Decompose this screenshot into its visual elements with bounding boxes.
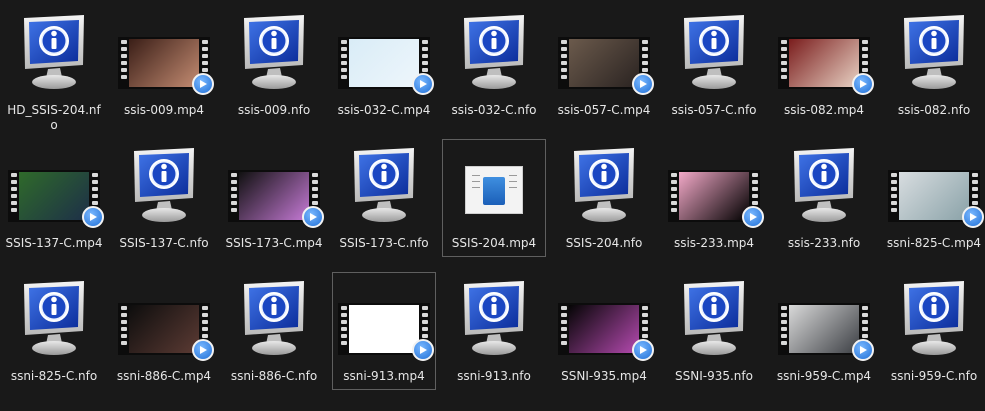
info-monitor-icon — [461, 281, 527, 357]
file-name-label: SSNI-935.nfo — [675, 369, 753, 383]
video-play-badge-icon — [852, 339, 874, 361]
file-item[interactable]: SSIS-173-C.mp4 — [222, 139, 326, 257]
file-name-label: ssis-009.mp4 — [123, 103, 205, 117]
file-item[interactable]: ssis-032-C.nfo — [442, 6, 546, 124]
video-thumbnail-icon — [338, 303, 434, 361]
video-play-badge-icon — [412, 339, 434, 361]
file-item[interactable]: SSIS-173-C.nfo — [332, 139, 436, 257]
video-thumbnail-icon — [338, 37, 434, 95]
file-name-label: ssni-825-C.mp4 — [886, 236, 982, 250]
file-item[interactable]: SSIS-137-C.mp4 — [2, 139, 106, 257]
info-monitor-icon — [21, 15, 87, 91]
file-item[interactable]: ssis-082.nfo — [882, 6, 985, 124]
file-item[interactable]: ssni-959-C.nfo — [882, 272, 985, 390]
file-name-label: ssni-959-C.mp4 — [776, 369, 872, 383]
media-file-icon — [465, 166, 523, 214]
file-item[interactable]: ssni-913.nfo — [442, 272, 546, 390]
file-name-label: SSIS-137-C.mp4 — [5, 236, 103, 250]
file-name-label: ssni-886-C.nfo — [230, 369, 318, 383]
video-thumbnail-icon — [778, 303, 874, 361]
file-name-label: SSIS-173-C.mp4 — [225, 236, 323, 250]
video-play-badge-icon — [742, 206, 764, 228]
file-item[interactable]: SSIS-137-C.nfo — [112, 139, 216, 257]
video-thumbnail-icon — [558, 303, 654, 361]
info-monitor-icon — [21, 281, 87, 357]
file-name-label: HD_SSIS-204.nfo — [7, 103, 101, 132]
video-thumbnail-icon — [118, 303, 214, 361]
file-name-label: ssni-913.nfo — [457, 369, 531, 383]
info-monitor-icon — [241, 15, 307, 91]
info-monitor-icon — [461, 15, 527, 91]
video-play-badge-icon — [632, 73, 654, 95]
video-play-badge-icon — [852, 73, 874, 95]
info-monitor-icon — [571, 148, 637, 224]
info-monitor-icon — [901, 15, 967, 91]
file-item[interactable]: ssni-886-C.nfo — [222, 272, 326, 390]
file-name-label: ssis-233.nfo — [787, 236, 861, 250]
file-item[interactable]: ssni-959-C.mp4 — [772, 272, 876, 390]
video-play-badge-icon — [192, 339, 214, 361]
file-name-label: ssis-082.nfo — [897, 103, 971, 117]
file-item[interactable]: SSIS-204.mp4 — [442, 139, 546, 257]
file-item[interactable]: SSNI-935.mp4 — [552, 272, 656, 390]
file-name-label: SSIS-204.mp4 — [451, 236, 537, 250]
file-name-label: ssis-233.mp4 — [673, 236, 755, 250]
video-thumbnail-icon — [888, 170, 984, 228]
file-name-label: SSNI-935.mp4 — [561, 369, 647, 383]
file-name-label: ssni-959-C.nfo — [890, 369, 978, 383]
file-name-label: ssni-913.mp4 — [343, 369, 425, 383]
video-play-badge-icon — [632, 339, 654, 361]
file-item[interactable]: HD_SSIS-204.nfo — [2, 6, 106, 132]
file-item[interactable]: ssni-886-C.mp4 — [112, 272, 216, 390]
info-monitor-icon — [791, 148, 857, 224]
video-thumbnail-icon — [118, 37, 214, 95]
video-thumbnail-icon — [8, 170, 104, 228]
file-item[interactable]: ssni-825-C.nfo — [2, 272, 106, 390]
file-grid: HD_SSIS-204.nfo ssis-009.mp4 ssis-009.nfo… — [0, 0, 985, 411]
file-name-label: ssis-032-C.nfo — [451, 103, 537, 117]
info-monitor-icon — [901, 281, 967, 357]
file-item[interactable]: SSIS-204.nfo — [552, 139, 656, 257]
file-name-label: ssis-057-C.mp4 — [557, 103, 651, 117]
file-name-label: ssis-082.mp4 — [783, 103, 865, 117]
file-item[interactable]: SSNI-935.nfo — [662, 272, 766, 390]
video-play-badge-icon — [302, 206, 324, 228]
video-play-badge-icon — [412, 73, 434, 95]
video-thumbnail-icon — [778, 37, 874, 95]
file-name-label: SSIS-137-C.nfo — [119, 236, 209, 250]
file-name-label: ssis-057-C.nfo — [671, 103, 757, 117]
file-item[interactable]: ssis-233.nfo — [772, 139, 876, 257]
video-play-badge-icon — [962, 206, 984, 228]
file-item[interactable]: ssis-082.mp4 — [772, 6, 876, 124]
file-name-label: SSIS-173-C.nfo — [339, 236, 429, 250]
video-thumbnail-icon — [228, 170, 324, 228]
info-monitor-icon — [241, 281, 307, 357]
file-item[interactable]: ssis-032-C.mp4 — [332, 6, 436, 124]
info-monitor-icon — [681, 15, 747, 91]
video-thumbnail-icon — [668, 170, 764, 228]
info-monitor-icon — [131, 148, 197, 224]
video-thumbnail-icon — [558, 37, 654, 95]
video-play-badge-icon — [82, 206, 104, 228]
file-item[interactable]: ssis-233.mp4 — [662, 139, 766, 257]
file-item[interactable]: ssni-825-C.mp4 — [882, 139, 985, 257]
video-play-badge-icon — [192, 73, 214, 95]
info-monitor-icon — [351, 148, 417, 224]
info-monitor-icon — [681, 281, 747, 357]
file-item[interactable]: ssis-009.mp4 — [112, 6, 216, 124]
file-name-label: ssni-825-C.nfo — [10, 369, 98, 383]
file-item[interactable]: ssni-913.mp4 — [332, 272, 436, 390]
file-name-label: ssis-009.nfo — [237, 103, 311, 117]
file-name-label: ssis-032-C.mp4 — [337, 103, 431, 117]
file-item[interactable]: ssis-009.nfo — [222, 6, 326, 124]
file-name-label: SSIS-204.nfo — [565, 236, 643, 250]
file-item[interactable]: ssis-057-C.nfo — [662, 6, 766, 124]
file-name-label: ssni-886-C.mp4 — [116, 369, 212, 383]
file-item[interactable]: ssis-057-C.mp4 — [552, 6, 656, 124]
